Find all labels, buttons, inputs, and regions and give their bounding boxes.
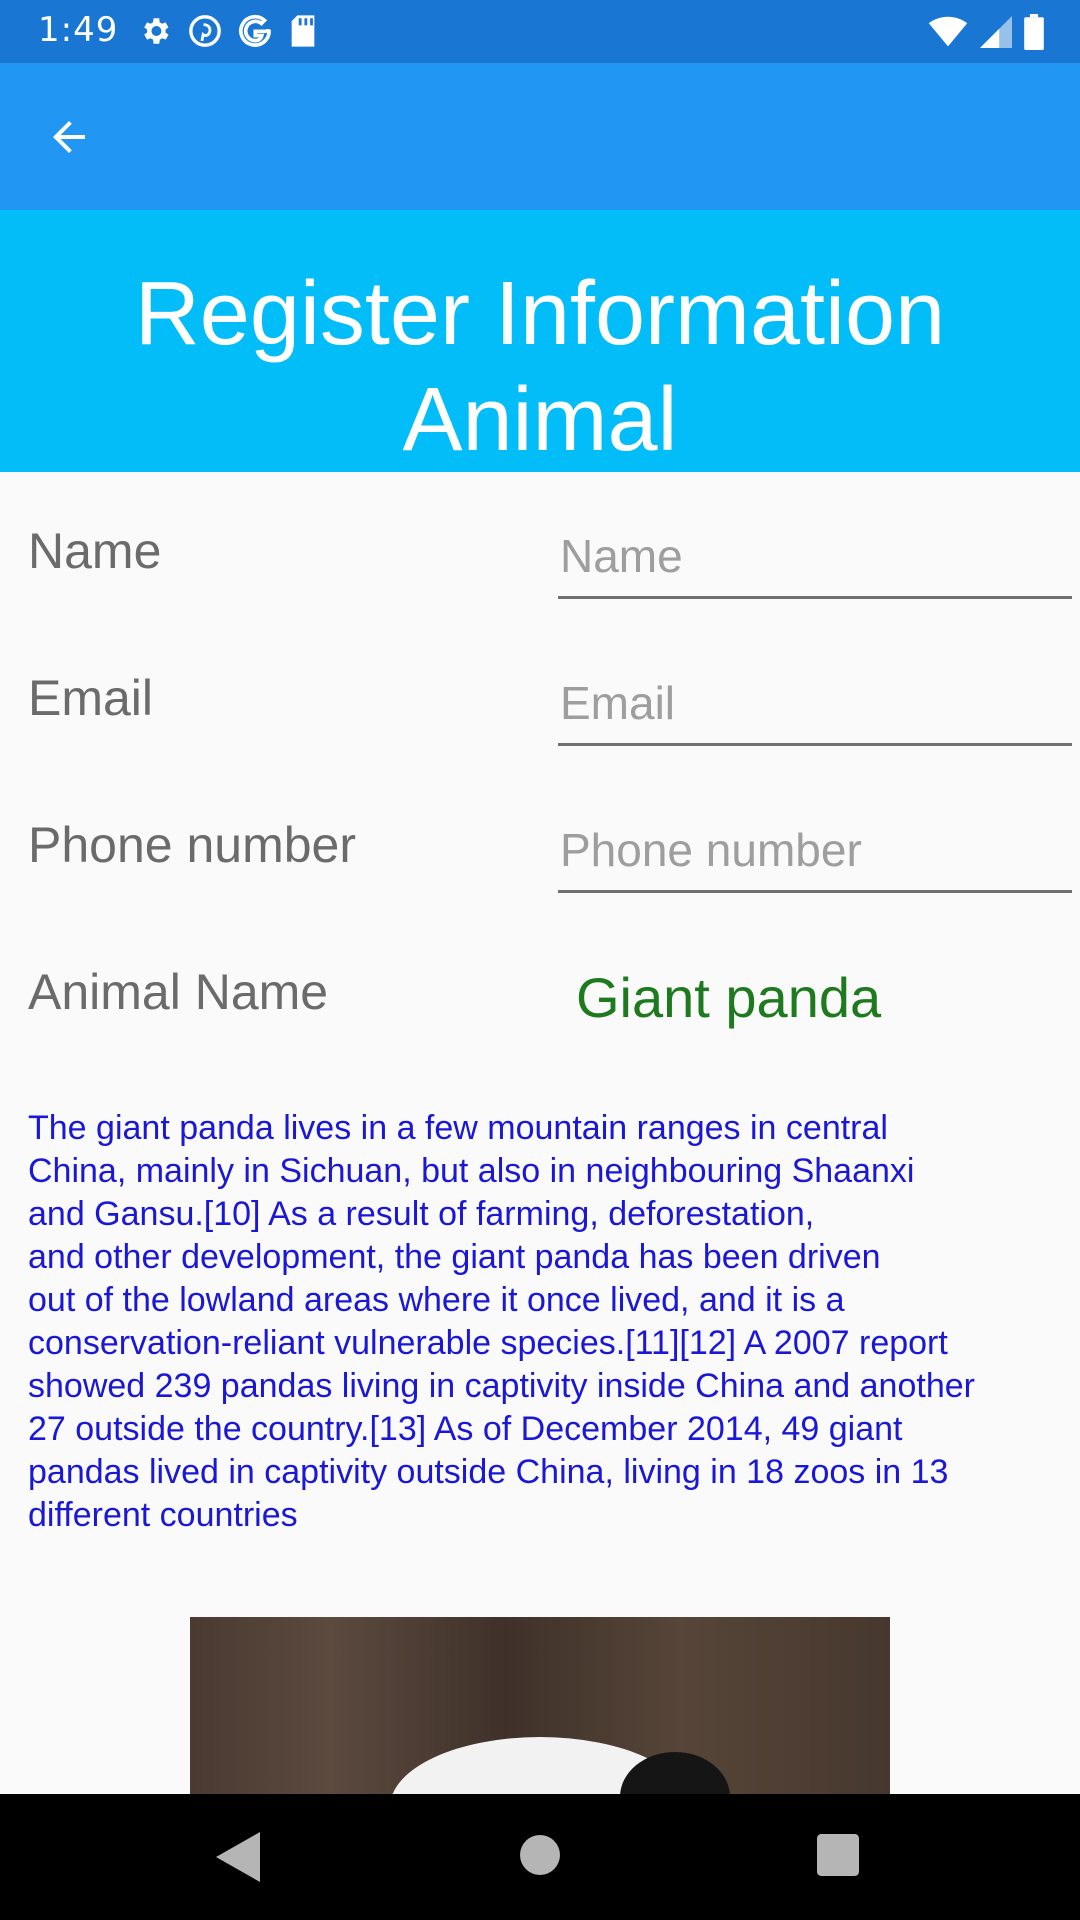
app-bar: [0, 63, 1080, 210]
status-icons-right: [928, 14, 1044, 50]
page-title-line1: Register Information: [134, 264, 946, 364]
animal-name-value: Giant panda: [576, 966, 882, 1029]
phone-input[interactable]: [558, 810, 1072, 893]
animal-description: The giant panda lives in a few mountain …: [28, 1109, 975, 1534]
system-nav-bar: [0, 1794, 1080, 1920]
header-banner: Register Information Animal: [0, 210, 1080, 472]
recents-square-icon[interactable]: [817, 1834, 859, 1876]
wifi-icon: [928, 16, 968, 47]
pinterest-icon: [189, 15, 221, 47]
gear-icon: [144, 18, 169, 44]
animal-image: [190, 1617, 890, 1794]
name-input[interactable]: [558, 516, 1072, 599]
status-bar: 1:49: [0, 0, 1080, 63]
name-label: Name: [28, 523, 162, 579]
signal-icon: [980, 16, 1012, 48]
arrow-back-icon: [53, 121, 85, 153]
email-input[interactable]: [558, 663, 1072, 746]
animal-name-label: Animal Name: [28, 964, 329, 1020]
sd-card-icon: [291, 15, 315, 47]
home-circle-icon[interactable]: [520, 1835, 560, 1875]
page-title-line2: Animal: [402, 370, 678, 470]
back-button[interactable]: [34, 107, 104, 167]
google-icon: [239, 14, 272, 47]
status-time: 1:49: [38, 10, 119, 50]
phone-label: Phone number: [28, 817, 357, 873]
battery-icon: [1024, 14, 1044, 50]
email-label: Email: [28, 670, 154, 726]
back-triangle-icon[interactable]: [216, 1832, 260, 1882]
status-icons-left: [138, 14, 318, 48]
